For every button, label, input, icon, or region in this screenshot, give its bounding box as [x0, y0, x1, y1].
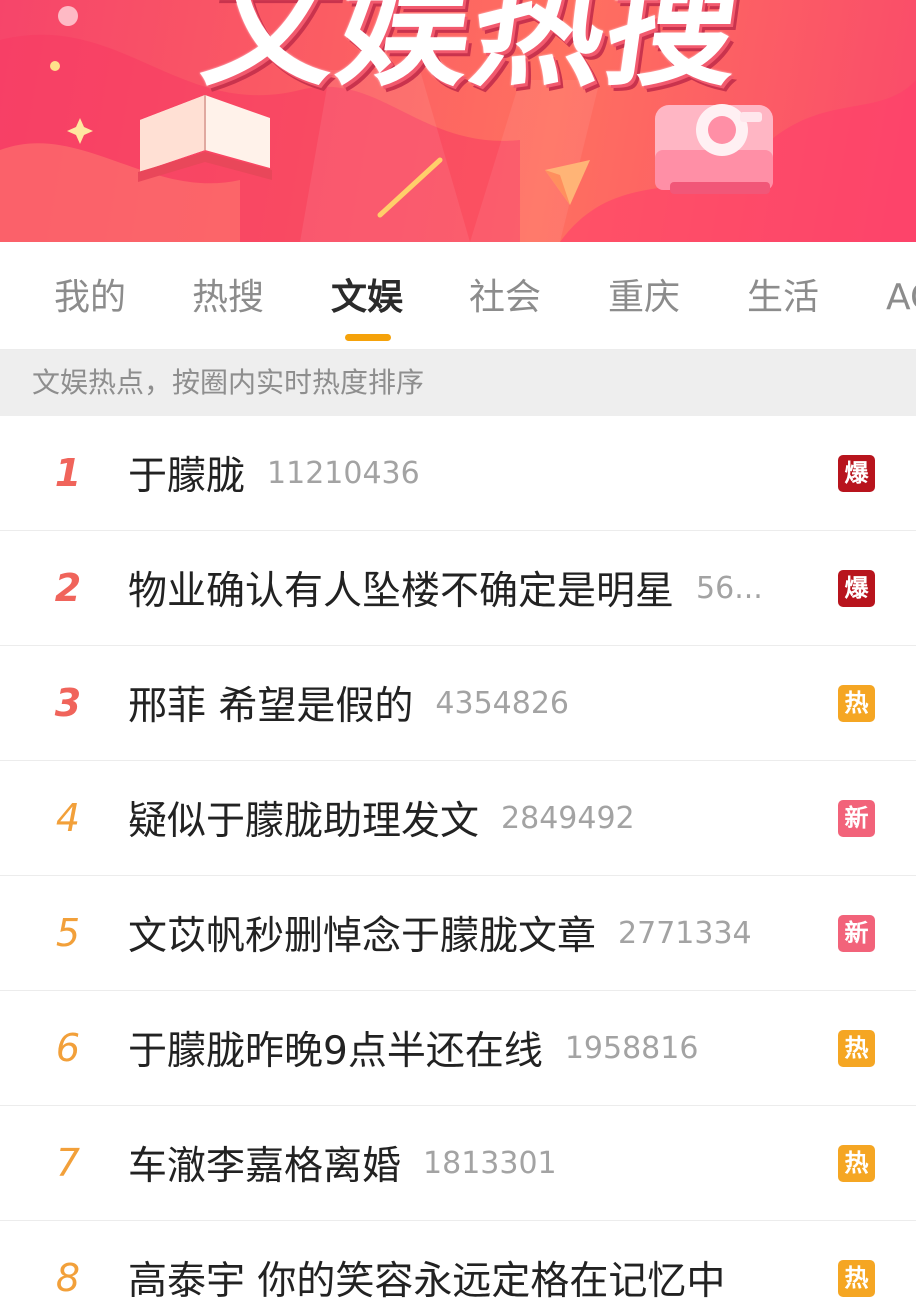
tab-acg[interactable]: AC: [886, 276, 916, 320]
tab-mine[interactable]: 我的: [54, 276, 126, 320]
heat-count: 56...: [696, 570, 763, 606]
tab-life[interactable]: 生活: [747, 276, 819, 320]
category-tabs: 我的 热搜 文娱 社会 重庆 生活 AC: [0, 242, 916, 350]
item-title[interactable]: 车澈李嘉格离婚: [128, 1135, 401, 1191]
heat-count: 2771334: [618, 915, 752, 951]
new-badge: 新: [838, 915, 875, 952]
rank-number: 4: [55, 796, 81, 840]
heat-count: 1958816: [564, 1030, 699, 1066]
tab-entertainment[interactable]: 文娱: [331, 276, 403, 320]
item-title[interactable]: 于朦胧: [128, 445, 245, 501]
heat-count: 1813301: [423, 1145, 557, 1181]
new-badge: 新: [838, 800, 875, 837]
rank-number: 8: [55, 1256, 81, 1298]
rank-number: 3: [54, 681, 82, 725]
banner-title: 文娱热搜: [194, 0, 752, 105]
item-title[interactable]: 疑似于朦胧助理发文: [128, 790, 479, 846]
list-item[interactable]: 4 疑似于朦胧助理发文 2849492 新: [0, 761, 916, 876]
tab-chongqing[interactable]: 重庆: [608, 276, 680, 320]
item-title[interactable]: 于朦胧昨晚9点半还在线: [128, 1020, 543, 1076]
list-item[interactable]: 7 车澈李嘉格离婚 1813301 热: [0, 1106, 916, 1221]
hot-search-list: 1 于朦胧 11210436 爆 2 物业确认有人坠楼不确定是明星 56... 爆 …: [0, 416, 916, 1298]
rank-number: 6: [55, 1026, 81, 1070]
boom-badge: 爆: [838, 455, 875, 492]
hot-badge: 热: [838, 1260, 875, 1297]
tab-society[interactable]: 社会: [469, 276, 541, 320]
hot-badge: 热: [838, 1030, 875, 1067]
rank-number: 2: [54, 566, 82, 610]
rank-number: 7: [55, 1141, 81, 1185]
boom-badge: 爆: [838, 570, 875, 607]
item-title[interactable]: 高泰宇 你的笑容永远定格在记忆中: [128, 1250, 725, 1298]
item-title[interactable]: 物业确认有人坠楼不确定是明星: [128, 560, 674, 616]
header-banner: 文娱热搜: [0, 0, 916, 242]
rank-number: 1: [54, 451, 82, 495]
list-item[interactable]: 1 于朦胧 11210436 爆: [0, 416, 916, 531]
list-item[interactable]: 8 高泰宇 你的笑容永远定格在记忆中 热: [0, 1221, 916, 1298]
tab-hot-search[interactable]: 热搜: [192, 276, 264, 320]
item-title[interactable]: 邢菲 希望是假的: [128, 675, 413, 731]
camera-icon: [655, 104, 773, 194]
heat-count: 11210436: [267, 455, 420, 491]
list-description: 文娱热点，按圈内实时热度排序: [0, 350, 916, 416]
item-title[interactable]: 文苡帆秒删悼念于朦胧文章: [128, 905, 596, 961]
active-tab-indicator: [345, 334, 391, 341]
list-item[interactable]: 5 文苡帆秒删悼念于朦胧文章 2771334 新: [0, 876, 916, 991]
hot-badge: 热: [838, 685, 875, 722]
hot-badge: 热: [838, 1145, 875, 1182]
heat-count: 2849492: [501, 800, 635, 836]
heat-count: 4354826: [435, 685, 570, 721]
list-item[interactable]: 2 物业确认有人坠楼不确定是明星 56... 爆: [0, 531, 916, 646]
rank-number: 5: [55, 911, 81, 955]
list-item[interactable]: 3 邢菲 希望是假的 4354826 热: [0, 646, 916, 761]
list-item[interactable]: 6 于朦胧昨晚9点半还在线 1958816 热: [0, 991, 916, 1106]
